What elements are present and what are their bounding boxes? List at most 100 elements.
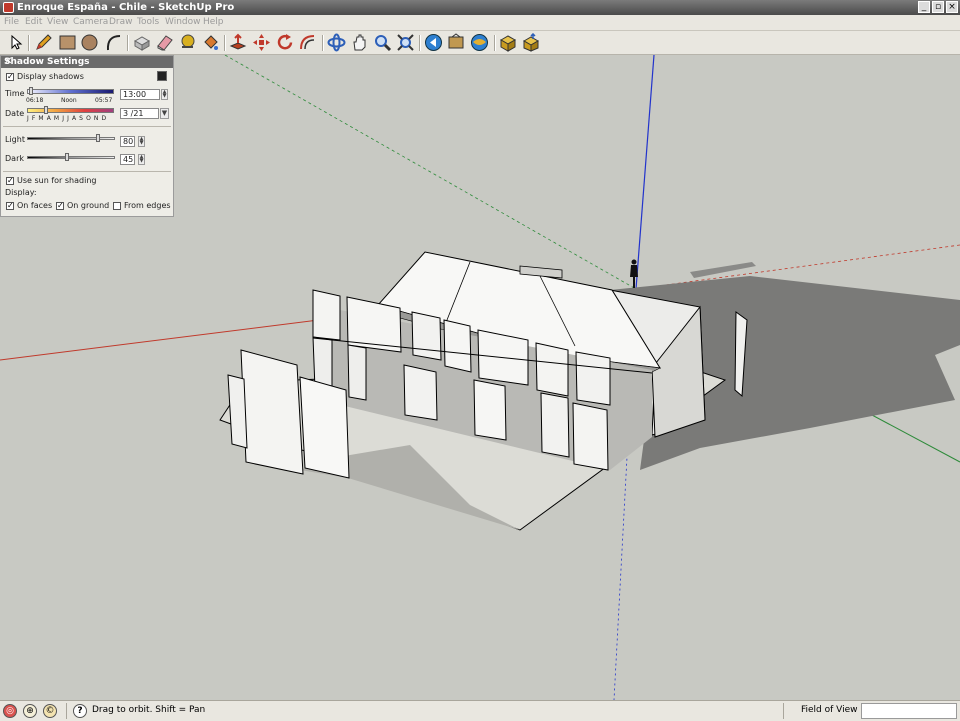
- toolbar-separator: [28, 35, 30, 51]
- from-edges-label: From edges: [124, 201, 171, 210]
- toolbar-separator: [224, 35, 226, 51]
- tape-measure-icon[interactable]: [178, 33, 197, 52]
- on-faces-label: On faces: [17, 201, 53, 210]
- dark-slider-track[interactable]: [27, 156, 115, 159]
- time-start: 06:18: [26, 97, 44, 104]
- minimize-button[interactable]: _: [918, 1, 930, 13]
- light-spinner[interactable]: ▲ ▼: [138, 136, 145, 147]
- menu-tools[interactable]: Tools: [137, 16, 159, 29]
- circle-icon[interactable]: [80, 33, 99, 52]
- eraser-icon[interactable]: [155, 33, 174, 52]
- menu-window[interactable]: Window: [165, 16, 201, 29]
- use-sun-checkbox[interactable]: ✓: [6, 177, 14, 185]
- display-label: Display:: [5, 188, 37, 197]
- status-bar: ◎ ⊕ © ? Drag to orbit. Shift = Pan Field…: [0, 700, 960, 721]
- facade-panel: [535, 342, 569, 397]
- small-shadow: [690, 262, 756, 278]
- menu-bar: File Edit View Camera Draw Tools Window …: [0, 15, 960, 31]
- facade-panel: [443, 319, 472, 373]
- time-slider-thumb[interactable]: [29, 87, 33, 95]
- previous-view-icon[interactable]: [424, 33, 443, 52]
- status-separator: [66, 703, 67, 719]
- menu-draw[interactable]: Draw: [109, 16, 133, 29]
- date-field[interactable]: 3 /21: [120, 108, 159, 119]
- on-ground-checkbox[interactable]: ✓: [56, 202, 64, 210]
- zoom-extents-icon[interactable]: [396, 33, 415, 52]
- menu-camera[interactable]: Camera: [73, 16, 108, 29]
- dark-spinner[interactable]: ▲ ▼: [138, 154, 145, 165]
- dark-slider-thumb[interactable]: [65, 153, 69, 161]
- facade-panel: [312, 289, 341, 341]
- panel-divider: [3, 171, 171, 172]
- get-models-icon[interactable]: [498, 33, 517, 52]
- toolbar-separator: [419, 35, 421, 51]
- panel-close-icon[interactable]: ✕: [4, 56, 170, 68]
- next-view-icon[interactable]: [447, 33, 466, 52]
- orbit-icon[interactable]: [327, 33, 346, 52]
- offset-icon[interactable]: [298, 33, 317, 52]
- time-spinner[interactable]: ▲ ▼: [161, 89, 168, 100]
- measurements-box[interactable]: [861, 703, 957, 719]
- status-separator: [783, 703, 784, 719]
- make-component-icon[interactable]: [132, 33, 151, 52]
- light-slider-track[interactable]: [27, 137, 115, 140]
- date-dropdown-icon[interactable]: ▼: [160, 108, 169, 119]
- pan-icon[interactable]: [350, 33, 369, 52]
- time-slider-track[interactable]: [27, 89, 114, 94]
- toggle-details-icon[interactable]: [157, 71, 167, 81]
- standing-panel: [240, 349, 304, 475]
- paint-bucket-icon[interactable]: [201, 33, 220, 52]
- menu-help[interactable]: Help: [203, 16, 224, 29]
- on-faces-checkbox[interactable]: ✓: [6, 202, 14, 210]
- share-model-icon[interactable]: [521, 33, 540, 52]
- panel-title-bar[interactable]: Shadow Settings ✕: [1, 56, 173, 68]
- use-sun-label: Use sun for shading: [17, 176, 97, 185]
- window-title: Enroque España - Chile - SketchUp Pro: [17, 2, 235, 13]
- time-end: 05:57: [95, 97, 113, 104]
- panel-divider: [3, 126, 171, 127]
- display-shadows-label: Display shadows: [17, 72, 84, 81]
- facade-panel: [572, 402, 609, 471]
- toolbar-separator: [494, 35, 496, 51]
- move-icon[interactable]: [252, 33, 271, 52]
- date-label: Date: [5, 109, 25, 118]
- credits-icon[interactable]: ⊕: [23, 704, 37, 718]
- sketchup-app-icon: [3, 2, 14, 13]
- menu-edit[interactable]: Edit: [25, 16, 42, 29]
- facade-panel: [403, 364, 438, 421]
- menu-view[interactable]: View: [47, 16, 68, 29]
- time-field[interactable]: 13:00: [120, 89, 160, 100]
- light-field[interactable]: 80: [120, 136, 135, 147]
- help-icon[interactable]: ?: [73, 704, 87, 718]
- pencil-icon[interactable]: [34, 33, 53, 52]
- title-bar: Enroque España - Chile - SketchUp Pro _ …: [0, 0, 960, 15]
- from-edges-checkbox[interactable]: [113, 202, 121, 210]
- select-icon[interactable]: [6, 33, 25, 52]
- time-noon: Noon: [61, 97, 77, 104]
- arc-icon[interactable]: [104, 33, 123, 52]
- restore-button[interactable]: ▫: [932, 1, 944, 13]
- position-camera-icon[interactable]: [470, 33, 489, 52]
- months-scale: J F M A M J J A S O N D: [27, 115, 107, 122]
- display-shadows-checkbox[interactable]: ✓: [6, 73, 14, 81]
- standing-panel: [299, 376, 350, 479]
- standing-panel: [227, 374, 248, 449]
- rectangle-icon[interactable]: [58, 33, 77, 52]
- geo-location-icon[interactable]: ◎: [3, 704, 17, 718]
- rotate-icon[interactable]: [276, 33, 295, 52]
- toolbar-separator: [322, 35, 324, 51]
- zoom-icon[interactable]: [373, 33, 392, 52]
- date-slider-track[interactable]: [27, 108, 114, 113]
- date-slider-thumb[interactable]: [44, 106, 48, 114]
- dark-field[interactable]: 45: [120, 154, 135, 165]
- menu-file[interactable]: File: [4, 16, 19, 29]
- blue-axis: [635, 55, 655, 290]
- sign-in-icon[interactable]: ©: [43, 704, 57, 718]
- dark-label: Dark: [5, 154, 24, 163]
- facade-panel: [575, 351, 611, 406]
- light-slider-thumb[interactable]: [96, 134, 100, 142]
- push-pull-icon[interactable]: [228, 33, 247, 52]
- on-ground-label: On ground: [67, 201, 110, 210]
- status-hint: Drag to orbit. Shift = Pan: [92, 705, 206, 715]
- close-button[interactable]: ×: [946, 1, 958, 13]
